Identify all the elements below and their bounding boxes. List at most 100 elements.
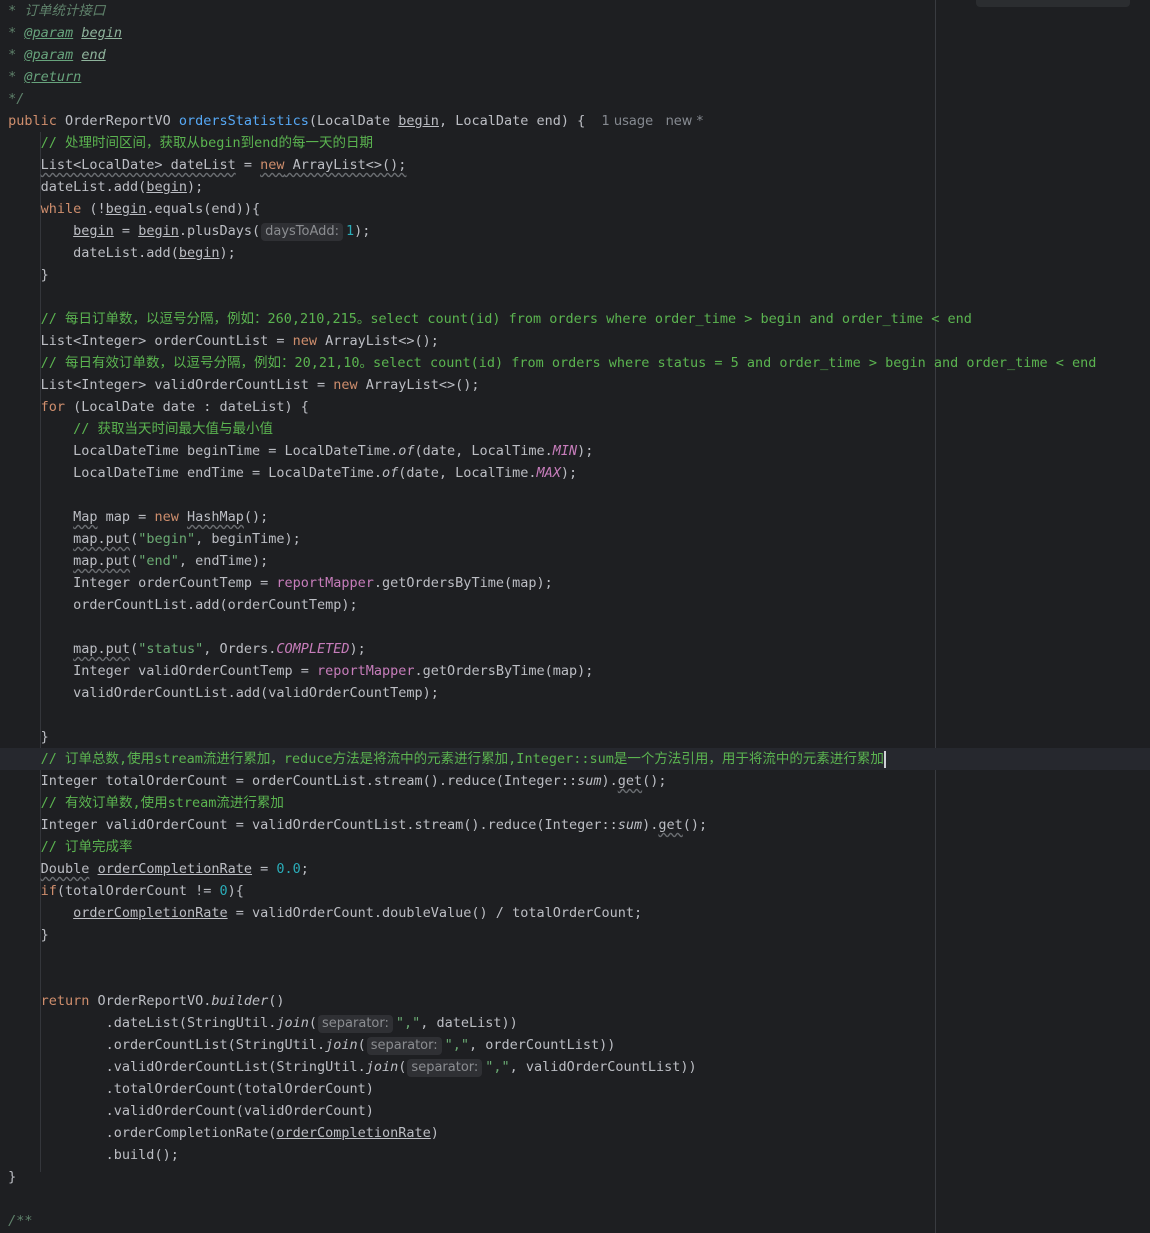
code-line[interactable]: .dateList(StringUtil.join(separator: ",",… [0,1012,1150,1034]
code-line[interactable]: begin = begin.plusDays(daysToAdd: 1); [0,220,1150,242]
code-text: ). [642,817,659,833]
code-line[interactable]: .totalOrderCount(totalOrderCount) [0,1078,1150,1100]
code-line[interactable]: // 订单完成率 [0,836,1150,858]
code-text: , orderCountList)) [469,1037,616,1053]
code-text: dateList.add( [73,245,179,261]
code-line[interactable]: // 获取当天时间最大值与最小值 [0,418,1150,440]
string-literal: "end" [138,553,179,569]
code-line[interactable]: } [0,726,1150,748]
code-line[interactable]: dateList.add(begin); [0,176,1150,198]
doc-comment: * 订单统计接口 [0,3,106,19]
code-text: ( [130,531,139,547]
code-line[interactable]: orderCountList.add(orderCountTemp); [0,594,1150,616]
code-line[interactable]: dateList.add(begin); [0,242,1150,264]
keyword: return [40,993,90,1009]
code-line[interactable]: * @param end [0,44,1150,66]
static-method: of [398,443,415,459]
code-text: LocalDateTime endTime = LocalDateTime. [73,465,383,481]
number-literal: 0 [219,883,228,899]
code-text: ( [398,1059,407,1075]
keyword: if [40,883,57,899]
code-text: , endTime); [178,553,269,569]
code-line[interactable]: map.put("status", Orders.COMPLETED); [0,638,1150,660]
type-name: HashMap [186,509,244,525]
code-line[interactable]: * @param begin [0,22,1150,44]
code-line[interactable]: List<Integer> orderCountList = new Array… [0,330,1150,352]
code-editor[interactable]: * 订单统计接口 * @param begin * @param end * @… [0,0,1150,1233]
code-line[interactable]: * 订单统计接口 [0,0,1150,22]
code-line[interactable]: map.put("end", endTime); [0,550,1150,572]
code-line[interactable]: Map map = new HashMap(); [0,506,1150,528]
code-line[interactable]: Integer orderCountTemp = reportMapper.ge… [0,572,1150,594]
code-line[interactable]: LocalDateTime endTime = LocalDateTime.of… [0,462,1150,484]
code-text: = [235,157,261,173]
constant: MAX [536,465,561,481]
keyword: new [260,157,285,173]
code-line[interactable]: // 处理时间区间，获取从begin到end的每一天的日期 [0,132,1150,154]
code-line[interactable]: } [0,1166,1150,1188]
line-comment: // 每日订单数，以逗号分隔，例如：260,210,215。select cou… [40,311,972,327]
code-line[interactable]: } [0,924,1150,946]
keyword: new [292,333,317,349]
code-line[interactable]: Double orderCompletionRate = 0.0; [0,858,1150,880]
string-literal: "status" [138,641,204,657]
code-line[interactable]: .build(); [0,1144,1150,1166]
code-line[interactable]: map.put("begin", beginTime); [0,528,1150,550]
line-comment: // 有效订单数,使用stream流进行累加 [40,795,284,811]
code-text: ( [130,641,139,657]
author-hint[interactable]: new * [666,114,704,129]
code-text: .plusDays( [178,223,261,239]
code-line[interactable]: * @return [0,66,1150,88]
code-line[interactable]: return OrderReportVO.builder() [0,990,1150,1012]
code-line[interactable]: .validOrderCountList(StringUtil.join(sep… [0,1056,1150,1078]
code-text: OrderReportVO [56,113,179,129]
code-text: dateList.add( [40,179,147,195]
code-text: ArrayList<>(); [317,333,439,349]
code-text: } [40,729,49,745]
code-line[interactable]: List<LocalDate> dateList = new ArrayList… [0,154,1150,176]
code-line[interactable]: // 每日有效订单数，以逗号分隔，例如：20,21,10。select coun… [0,352,1150,374]
text-caret [883,750,886,768]
code-line[interactable]: Integer totalOrderCount = orderCountList… [0,770,1150,792]
code-text: Integer totalOrderCount = orderCountList… [40,773,578,789]
code-text: (! [81,201,106,217]
line-comment: // 订单完成率 [40,839,133,855]
code-text: OrderReportVO. [89,993,212,1009]
code-line[interactable]: Integer validOrderCountTemp = reportMapp… [0,660,1150,682]
code-text: .orderCompletionRate( [105,1125,277,1141]
code-text: ; [300,861,309,877]
parameter-hint: separator: [407,1059,483,1077]
code-line[interactable]: if(totalOrderCount != 0){ [0,880,1150,902]
method-call: get [658,817,683,833]
code-line[interactable]: // 有效订单数,使用stream流进行累加 [0,792,1150,814]
code-text: , validOrderCountList)) [509,1059,697,1075]
current-code-line[interactable]: // 订单总数,使用stream流进行累加，reduce方法是将流中的元素进行累… [0,748,1150,770]
code-line[interactable]: .validOrderCount(validOrderCount) [0,1100,1150,1122]
code-line[interactable]: orderCompletionRate = validOrderCount.do… [0,902,1150,924]
code-line[interactable]: LocalDateTime beginTime = LocalDateTime.… [0,440,1150,462]
code-text: validOrderCountList.add(validOrderCountT… [73,685,439,701]
keyword: new [333,377,358,393]
code-line[interactable]: Integer validOrderCount = validOrderCoun… [0,814,1150,836]
doc-param: begin [81,25,122,41]
code-line[interactable]: .orderCompletionRate(orderCompletionRate… [0,1122,1150,1144]
code-line[interactable]: while (!begin.equals(end)){ [0,198,1150,220]
variable: begin [73,223,114,239]
code-line[interactable]: } [0,264,1150,286]
code-text: = validOrderCount.doubleValue() / totalO… [227,905,643,921]
doc-comment: */ [0,91,25,107]
code-line[interactable]: List<Integer> validOrderCountList = new … [0,374,1150,396]
method-call: map.put [73,531,131,547]
code-line[interactable]: .orderCountList(StringUtil.join(separato… [0,1034,1150,1056]
doc-comment: * [0,69,25,85]
doc-comment: * [0,25,25,41]
code-line[interactable]: /** [0,1210,1150,1232]
code-line[interactable]: validOrderCountList.add(validOrderCountT… [0,682,1150,704]
code-line[interactable]: */ [0,88,1150,110]
code-text: map = [97,509,155,525]
usage-hint[interactable]: 1 usage [602,114,654,129]
code-line[interactable]: for (LocalDate date : dateList) { [0,396,1150,418]
variable: orderCompletionRate [73,905,228,921]
code-line[interactable]: // 每日订单数，以逗号分隔，例如：260,210,215。select cou… [0,308,1150,330]
code-line[interactable]: public OrderReportVO ordersStatistics(Lo… [0,110,1150,132]
